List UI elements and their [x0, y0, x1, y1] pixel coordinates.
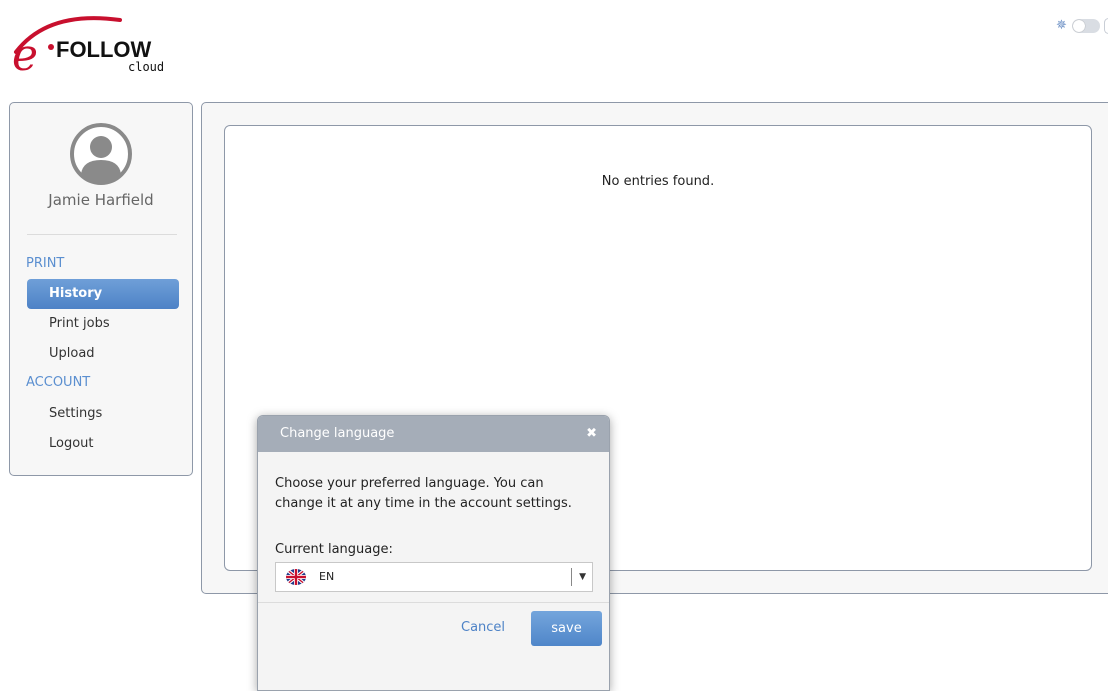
- selected-language: EN: [319, 570, 335, 583]
- save-button[interactable]: save: [531, 611, 602, 646]
- chevron-down-icon[interactable]: ▼: [579, 563, 586, 591]
- sidebar-item-settings[interactable]: Settings: [27, 399, 179, 429]
- dialog-title: Change language: [280, 426, 395, 441]
- svg-text:e: e: [12, 30, 38, 77]
- dialog-footer-divider: [258, 602, 609, 603]
- svg-text:FOLLOW: FOLLOW: [56, 37, 152, 62]
- toggle-switch[interactable]: [1072, 19, 1100, 33]
- change-language-dialog: Change language ✖ Choose your preferred …: [257, 415, 610, 691]
- sidebar-item-upload[interactable]: Upload: [27, 339, 179, 369]
- sidebar-divider: [27, 234, 177, 235]
- section-print: PRINT: [26, 256, 65, 271]
- uk-flag-icon: [286, 569, 306, 585]
- close-icon[interactable]: ✖: [586, 416, 597, 452]
- user-name: Jamie Harfield: [48, 191, 154, 209]
- select-separator: [571, 568, 572, 586]
- language-label: Current language:: [275, 542, 393, 557]
- dialog-description: Choose your preferred language. You can …: [275, 476, 572, 511]
- sidebar-item-print-jobs[interactable]: Print jobs: [27, 309, 179, 339]
- empty-message: No entries found.: [601, 174, 715, 189]
- sun-icon: ✵: [1056, 18, 1067, 33]
- efollow-logo: e FOLLOW cloud: [8, 12, 183, 81]
- cancel-button[interactable]: Cancel: [461, 620, 505, 635]
- toggle-edge: [1104, 18, 1108, 34]
- section-account: ACCOUNT: [26, 375, 91, 390]
- sidebar-item-logout[interactable]: Logout: [27, 429, 179, 459]
- sidebar: Jamie Harfield PRINT History Print jobs …: [9, 102, 193, 476]
- language-select[interactable]: EN ▼: [275, 562, 593, 592]
- dialog-header: Change language ✖: [258, 416, 609, 452]
- avatar-icon: [69, 122, 133, 186]
- theme-toggle[interactable]: ✵: [1056, 18, 1108, 34]
- sidebar-item-history[interactable]: History: [27, 279, 179, 309]
- svg-text:cloud: cloud: [128, 60, 164, 74]
